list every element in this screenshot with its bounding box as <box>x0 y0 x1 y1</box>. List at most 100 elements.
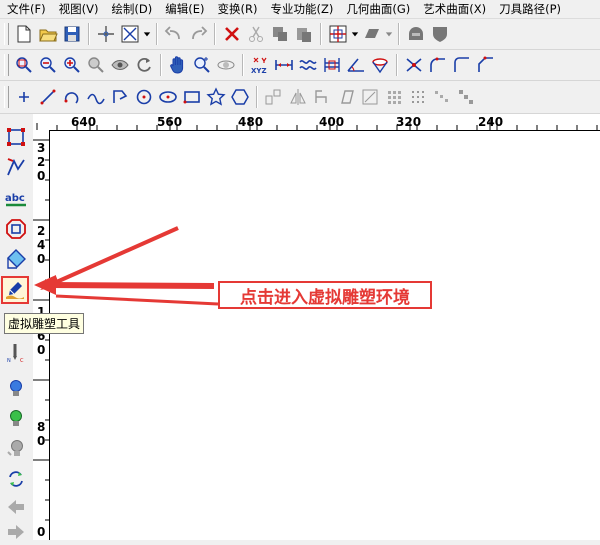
angle-icon[interactable] <box>345 53 367 77</box>
grid-array-icon[interactable] <box>383 85 405 109</box>
wave-icon[interactable] <box>297 53 319 77</box>
orbit-icon[interactable] <box>215 53 237 77</box>
ruler-label: 560 <box>157 115 183 129</box>
pan-hand-icon[interactable] <box>167 53 189 77</box>
chamfer-icon[interactable] <box>475 53 497 77</box>
spline-icon[interactable] <box>85 85 107 109</box>
measure-distance-icon[interactable] <box>273 53 295 77</box>
align-icon[interactable] <box>321 53 343 77</box>
menu-file[interactable]: 文件(F) <box>0 0 52 18</box>
new-file-icon[interactable] <box>13 22 35 46</box>
shape-fill-icon[interactable] <box>361 22 383 46</box>
virtual-sculpt-icon[interactable] <box>1 276 29 304</box>
ruler-label: 0 <box>37 252 46 266</box>
separator <box>214 23 216 45</box>
transform-icon[interactable] <box>3 466 29 492</box>
menu-geometry-surface[interactable]: 几何曲面(G) <box>339 0 416 18</box>
chevron-down-icon[interactable] <box>384 22 394 46</box>
drawing-canvas[interactable] <box>50 131 600 540</box>
text-icon[interactable]: abc <box>3 186 29 212</box>
bulb-blue-icon[interactable] <box>3 376 29 402</box>
menu-toolpath[interactable]: 刀具路径(P) <box>492 0 567 18</box>
chevron-down-icon[interactable] <box>142 22 152 46</box>
pattern-icon[interactable] <box>455 85 477 109</box>
arrow-left-icon[interactable] <box>3 494 29 520</box>
save-icon[interactable] <box>61 22 83 46</box>
node-edit-icon[interactable] <box>3 124 29 150</box>
zoom-dynamic-icon[interactable] <box>191 53 213 77</box>
refresh-view-icon[interactable] <box>133 53 155 77</box>
tooltip: 虚拟雕塑工具 <box>4 313 85 334</box>
polyline-icon[interactable] <box>109 85 131 109</box>
ruler-label: 320 <box>396 115 422 129</box>
point-icon[interactable] <box>13 85 35 109</box>
menu-view[interactable]: 视图(V) <box>52 0 105 18</box>
trim-icon[interactable] <box>403 53 425 77</box>
separator <box>88 23 90 45</box>
redo-icon[interactable] <box>187 22 209 46</box>
bulb-gray-icon[interactable] <box>3 436 29 462</box>
mirror-icon[interactable] <box>287 85 309 109</box>
svg-text:abc: abc <box>5 193 25 204</box>
grid-icon[interactable] <box>327 22 349 46</box>
view-eye-icon[interactable] <box>109 53 131 77</box>
array-icon[interactable] <box>263 85 285 109</box>
fillet-icon[interactable] <box>427 53 449 77</box>
menu-edit[interactable]: 编辑(E) <box>158 0 210 18</box>
ruler-label: 400 <box>319 115 345 129</box>
separator <box>256 86 258 108</box>
xyz-icon[interactable]: XYZ <box>249 53 271 77</box>
ruler-label: 0 <box>37 169 46 183</box>
undo-icon[interactable] <box>163 22 185 46</box>
delete-icon[interactable] <box>221 22 243 46</box>
dot-array-icon[interactable] <box>407 85 429 109</box>
shield-icon[interactable] <box>429 22 451 46</box>
select-box-icon[interactable] <box>119 22 141 46</box>
cut-icon[interactable] <box>245 22 267 46</box>
svg-text:N: N <box>7 358 11 364</box>
offset-icon[interactable] <box>3 216 29 242</box>
cone-icon[interactable] <box>369 53 391 77</box>
toolbar-grip[interactable] <box>4 54 9 76</box>
paste-icon[interactable] <box>293 22 315 46</box>
zoom-in-icon[interactable] <box>61 53 83 77</box>
copy-icon[interactable] <box>269 22 291 46</box>
star-icon[interactable] <box>205 85 227 109</box>
nc-icon[interactable]: NC <box>3 340 29 366</box>
toolbar-grip[interactable] <box>4 86 9 108</box>
svg-text:C: C <box>20 358 24 364</box>
line-icon[interactable] <box>37 85 59 109</box>
zoom-window-icon[interactable] <box>13 53 35 77</box>
polygon-icon[interactable] <box>229 85 251 109</box>
helmet-icon[interactable] <box>405 22 427 46</box>
skew-icon[interactable] <box>335 85 357 109</box>
ruler-label: 0 <box>37 434 46 448</box>
stair-array-icon[interactable] <box>431 85 453 109</box>
ellipse-icon[interactable] <box>157 85 179 109</box>
ruler-ticks <box>36 118 598 130</box>
zoom-out-icon[interactable] <box>37 53 59 77</box>
shape-icon[interactable] <box>3 246 29 272</box>
bulb-green-icon[interactable] <box>3 406 29 432</box>
rectangle-icon[interactable] <box>181 85 203 109</box>
rotate-shape-icon[interactable] <box>311 85 333 109</box>
menu-professional[interactable]: 专业功能(Z) <box>263 0 339 18</box>
arc-icon[interactable] <box>61 85 83 109</box>
vector-icon[interactable] <box>3 154 29 180</box>
ruler-label: 0 <box>37 343 46 357</box>
toolbar-grip[interactable] <box>4 23 9 45</box>
menu-transform[interactable]: 变换(R) <box>211 0 264 18</box>
menu-draw[interactable]: 绘制(D) <box>104 0 158 18</box>
crosshair-icon[interactable] <box>95 22 117 46</box>
corner-icon[interactable] <box>451 53 473 77</box>
arrow-right-icon[interactable] <box>3 519 29 545</box>
ruler-label: 8 <box>37 420 46 434</box>
separator <box>156 23 158 45</box>
open-folder-icon[interactable] <box>37 22 59 46</box>
zoom-all-icon[interactable] <box>85 53 107 77</box>
scale-icon[interactable] <box>359 85 381 109</box>
circle-icon[interactable] <box>133 85 155 109</box>
ruler-label: 640 <box>71 115 97 129</box>
chevron-down-icon[interactable] <box>350 22 360 46</box>
menu-art-surface[interactable]: 艺术曲面(X) <box>416 0 492 18</box>
